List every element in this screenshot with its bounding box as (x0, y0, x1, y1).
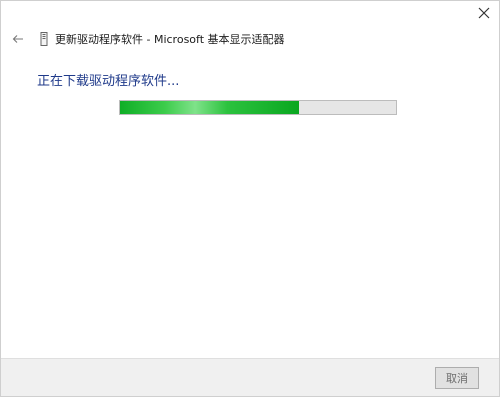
arrow-left-icon (12, 35, 23, 43)
dialog-window: 更新驱动程序软件 - Microsoft 基本显示适配器 正在下载驱动程序软件.… (0, 0, 500, 397)
cancel-button[interactable]: 取消 (435, 367, 479, 389)
dialog-footer: 取消 (1, 358, 499, 396)
window-title: 更新驱动程序软件 - Microsoft 基本显示适配器 (55, 33, 285, 46)
close-icon (478, 7, 490, 19)
back-button[interactable] (11, 32, 25, 46)
device-icon (39, 31, 49, 47)
progress-fill (120, 101, 300, 114)
progress-bar (119, 100, 397, 115)
status-text: 正在下载驱动程序软件... (37, 74, 180, 89)
dialog-header: 更新驱动程序软件 - Microsoft 基本显示适配器 (11, 29, 489, 49)
close-button[interactable] (469, 1, 499, 25)
